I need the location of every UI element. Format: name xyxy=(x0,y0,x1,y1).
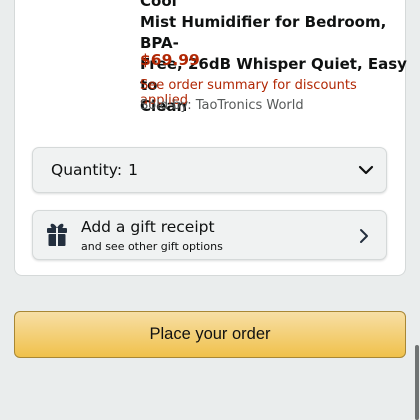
chevron-down-icon xyxy=(358,165,374,175)
checkout-page: Diffuser and Night Light, 2.5L Cool Mist… xyxy=(0,0,420,420)
seller-info: Sold by: TaoTronics World xyxy=(140,98,304,113)
product-title-line: Diffuser and Night Light, 2.5L Cool xyxy=(140,0,177,10)
product-title-line: Mist Humidifier for Bedroom, BPA- xyxy=(140,13,387,52)
quantity-label: Quantity: xyxy=(51,161,123,179)
quantity-dropdown[interactable]: Quantity: 1 xyxy=(32,147,387,193)
page-scrollbar[interactable] xyxy=(415,345,419,420)
gift-receipt-title: Add a gift receipt xyxy=(81,218,215,236)
place-order-button[interactable]: Place your order xyxy=(14,311,406,358)
gift-icon xyxy=(47,223,67,246)
gift-options-subtitle: and see other gift options xyxy=(81,240,223,253)
quantity-text: Quantity: 1 xyxy=(51,161,138,179)
quantity-value: 1 xyxy=(128,161,138,179)
chevron-right-icon xyxy=(360,229,368,243)
product-price: $69.99 xyxy=(140,51,200,69)
gift-receipt-button[interactable]: Add a gift receipt and see other gift op… xyxy=(32,210,387,260)
